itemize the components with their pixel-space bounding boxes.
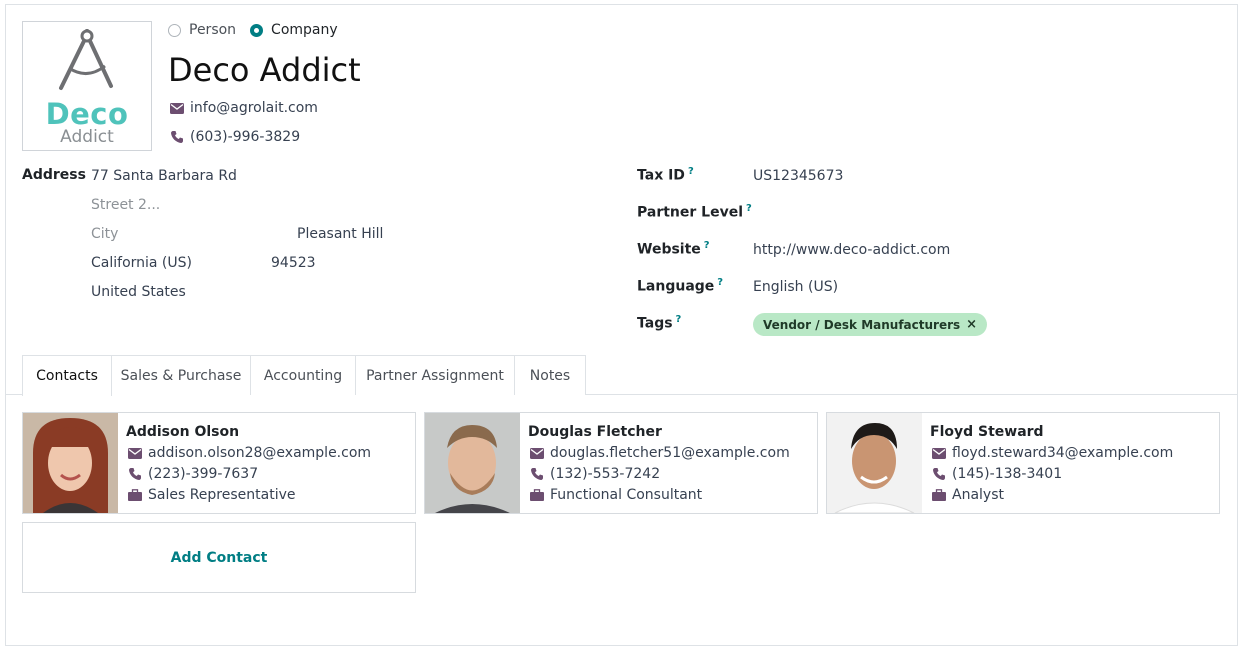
briefcase-icon [932,489,946,501]
country-field[interactable]: United States [91,284,186,300]
envelope-icon [530,447,544,459]
tab-partner-assignment[interactable]: Partner Assignment [355,355,515,395]
contact-card[interactable]: Douglas Fletcher douglas.fletcher51@exam… [424,412,818,514]
tag-label: Vendor / Desk Manufacturers [763,317,961,332]
help-tooltip-icon[interactable]: ? [704,240,710,251]
company-type-radio-group: Person Company [168,22,352,38]
contact-name: Douglas Fletcher [528,424,662,440]
avatar [827,413,922,513]
street2-field[interactable]: Street 2... [91,197,160,213]
tab-notes[interactable]: Notes [514,355,586,395]
contact-email-row[interactable]: douglas.fletcher51@example.com [530,445,790,461]
help-tooltip-icon[interactable]: ? [676,314,682,325]
contact-job-row: Functional Consultant [530,487,702,503]
company-logo[interactable]: Deco Addict [22,21,152,151]
language-field[interactable]: English (US) [753,279,838,295]
contact-phone[interactable]: (145)-138-3401 [952,466,1062,482]
compass-logo-icon [59,29,113,90]
tags-label: Tags? [637,314,682,332]
contact-phone-row[interactable]: (132)-553-7242 [530,466,660,482]
briefcase-icon [530,489,544,501]
contact-card[interactable]: Addison Olson addison.olson28@example.co… [22,412,416,514]
tax-id-field[interactable]: US12345673 [753,168,843,184]
envelope-icon [932,447,946,459]
radio-company-label: Company [271,22,338,38]
contact-job: Sales Representative [148,487,296,503]
help-tooltip-icon[interactable]: ? [717,277,723,288]
phone-icon [933,468,945,480]
contact-email[interactable]: douglas.fletcher51@example.com [550,445,790,461]
phone-icon [531,468,543,480]
notebook-tabs: Contacts Sales & Purchase Accounting Par… [5,355,1238,396]
contact-job: Functional Consultant [550,487,703,503]
add-contact-button[interactable]: Add Contact [22,522,416,593]
avatar [425,413,520,513]
website-label: Website? [637,240,710,258]
avatar [23,413,118,513]
phone-icon [171,131,183,143]
tax-id-label: Tax ID? [637,166,694,184]
zip-field[interactable]: 94523 [271,255,316,271]
contact-job-row: Analyst [932,487,1004,503]
city-value[interactable]: Pleasant Hill [297,226,383,242]
state-field[interactable]: California (US) [91,255,192,271]
radio-checked-icon[interactable] [250,23,264,37]
contact-email[interactable]: floyd.steward34@example.com [952,445,1173,461]
address-label: Address [22,167,86,183]
street-field[interactable]: 77 Santa Barbara Rd [91,168,237,184]
tab-accounting[interactable]: Accounting [250,355,356,395]
logo-word-deco: Deco [45,97,129,131]
radio-company[interactable]: Company [250,22,338,38]
partner-level-label: Partner Level? [637,203,752,221]
contact-phone[interactable]: (132)-553-7242 [550,466,660,482]
company-email-row[interactable]: info@agrolait.com [170,100,318,116]
briefcase-icon [128,489,142,501]
language-label: Language? [637,277,724,295]
tag-remove-icon[interactable]: × [966,317,977,332]
contact-email-row[interactable]: floyd.steward34@example.com [932,445,1173,461]
company-email[interactable]: info@agrolait.com [190,100,318,116]
contact-phone[interactable]: (223)-399-7637 [148,466,258,482]
tab-sales-purchase[interactable]: Sales & Purchase [111,355,251,395]
website-field[interactable]: http://www.deco-addict.com [753,242,950,258]
contact-email[interactable]: addison.olson28@example.com [148,445,371,461]
contact-name: Floyd Steward [930,424,1044,440]
contact-email-row[interactable]: addison.olson28@example.com [128,445,371,461]
company-phone[interactable]: (603)-996-3829 [190,129,300,145]
contact-job: Analyst [952,487,1004,503]
envelope-icon [170,102,184,114]
help-tooltip-icon[interactable]: ? [688,166,694,177]
company-name-field[interactable]: Deco Addict [168,50,361,90]
radio-person[interactable]: Person [168,22,236,38]
help-tooltip-icon[interactable]: ? [746,203,752,214]
city-field[interactable]: City [91,226,118,242]
contact-name: Addison Olson [126,424,240,440]
contact-card[interactable]: Floyd Steward floyd.steward34@example.co… [826,412,1220,514]
tag-badge[interactable]: Vendor / Desk Manufacturers × [753,313,988,336]
envelope-icon [128,447,142,459]
radio-person-label: Person [189,22,237,38]
company-phone-row[interactable]: (603)-996-3829 [170,129,300,145]
tab-contacts[interactable]: Contacts [22,355,112,396]
contact-job-row: Sales Representative [128,487,296,503]
phone-icon [129,468,141,480]
logo-word-addict: Addict [60,127,114,147]
contact-phone-row[interactable]: (223)-399-7637 [128,466,258,482]
radio-circle-icon[interactable] [168,23,181,37]
contact-phone-row[interactable]: (145)-138-3401 [932,466,1062,482]
